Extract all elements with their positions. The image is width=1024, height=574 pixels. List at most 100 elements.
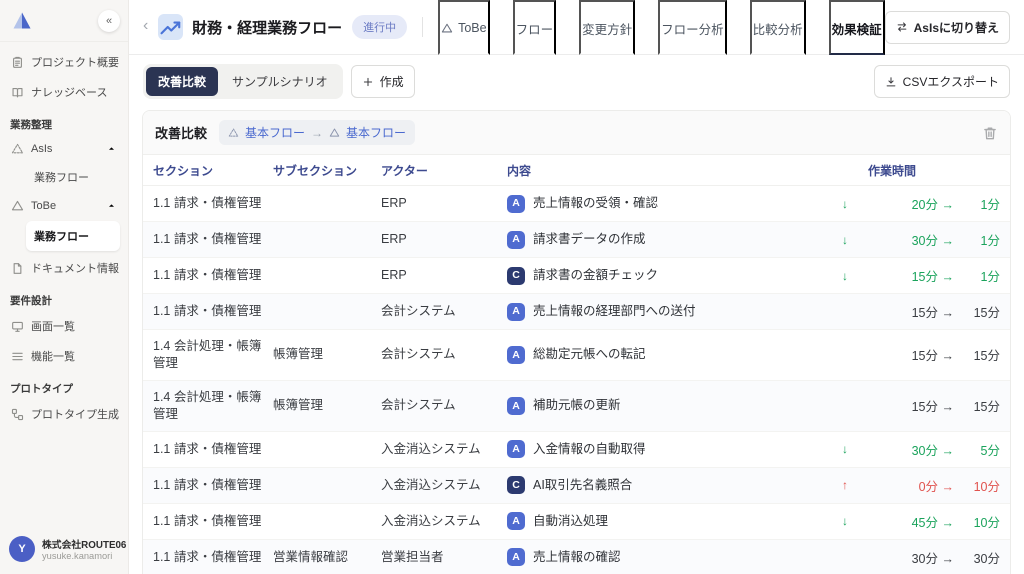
sidebar: « プロジェクト概要 ナレッジベース 業務整理 AsIs 業務フロー ToBe 業務フロード… bbox=[0, 0, 129, 574]
sidebar-item-function-list[interactable]: 機能一覧 bbox=[0, 341, 128, 371]
comparison-card-title: 改善比較 bbox=[155, 126, 208, 141]
actor-type-badge: A bbox=[507, 302, 525, 321]
table-row[interactable]: 1.1 請求・債権管理 入金消込システム C AI取引先名義照合 ↑ 0分 → 10分 bbox=[143, 467, 1010, 504]
tab-label: フロー bbox=[515, 22, 554, 37]
cell-section: 1.1 請求・債権管理 bbox=[153, 304, 262, 319]
trend-down-icon: ↓ bbox=[842, 268, 848, 283]
cell-section: 1.4 会計処理・帳簿管理 bbox=[153, 339, 262, 370]
user-info: 株式会社ROUTE06 yusuke.kanamori bbox=[42, 537, 126, 561]
table-row[interactable]: 1.4 会計処理・帳簿管理 帳簿管理 会計システム A 補助元帳の更新 15分 → 15分 bbox=[143, 380, 1010, 432]
content-text: 自動消込処理 bbox=[533, 513, 609, 528]
column-header-work-time: 作業時間 bbox=[868, 163, 917, 178]
sidebar-item-label: プロジェクト概要 bbox=[31, 57, 119, 69]
flow-chip-from: 基本フロー bbox=[245, 126, 306, 140]
user-profile[interactable]: Y 株式会社ROUTE06 yusuke.kanamori bbox=[0, 524, 128, 574]
toolbar: 改善比較 サンプルシナリオ 作成 CSVエクスポート bbox=[129, 55, 1024, 108]
table-row[interactable]: 1.1 請求・債権管理 営業情報確認 営業担当者 A 売上情報の確認 30分 → 30分 bbox=[143, 539, 1010, 574]
cell-work-time: ↓ 15分 → 1分 bbox=[842, 266, 1000, 285]
sidebar-item-project-overview[interactable]: プロジェクト概要 bbox=[0, 47, 128, 77]
switch-to-asis-button[interactable]: AsIsに切り替え bbox=[884, 10, 1010, 44]
cell-work-time: ↓ 45分 → 10分 bbox=[842, 512, 1000, 531]
time-after: 1分 bbox=[980, 234, 1000, 248]
time-before: 15分 → bbox=[911, 270, 954, 284]
time-after: 15分 bbox=[973, 306, 1000, 320]
content-text: 請求書の金額チェック bbox=[533, 268, 659, 283]
cell-section: 1.4 会計処理・帳簿管理 bbox=[153, 389, 262, 421]
sidebar-item-asis-business-flow[interactable]: 業務フロー bbox=[0, 162, 128, 192]
tab-comparison-analysis[interactable]: 比較分析 bbox=[749, 0, 806, 55]
tab-tobe[interactable]: ToBe bbox=[438, 0, 490, 55]
cell-content: C 請求書の金額チェック bbox=[507, 266, 834, 285]
content-text: 補助元帳の更新 bbox=[533, 398, 621, 413]
content-text: AI取引先名義照合 bbox=[533, 477, 633, 492]
time-after: 15分 bbox=[973, 400, 1000, 415]
sidebar-group-label: AsIs bbox=[31, 142, 53, 155]
time-before: 15分 → bbox=[911, 349, 954, 364]
sidebar-group-asis[interactable]: AsIs bbox=[0, 135, 128, 162]
tab-label: 比較分析 bbox=[752, 22, 803, 37]
sidebar-item-document-info[interactable]: ドキュメント情報 bbox=[0, 253, 128, 283]
table-row[interactable]: 1.1 請求・債権管理 ERP A 売上情報の受領・確認 ↓ 20分 → 1分 bbox=[143, 186, 1010, 222]
download-icon bbox=[885, 76, 897, 88]
sidebar-collapse-button[interactable]: « bbox=[98, 10, 120, 32]
sidebar-item-knowledge-base[interactable]: ナレッジベース bbox=[0, 77, 128, 107]
app-logo-icon bbox=[10, 9, 34, 33]
page-title: 財務・経理業務フロー bbox=[192, 19, 343, 37]
cell-section: 1.1 請求・債権管理 bbox=[153, 549, 262, 564]
cell-section: 1.1 請求・債権管理 bbox=[153, 232, 262, 247]
tab-effect-verification[interactable]: 効果検証 bbox=[828, 0, 885, 55]
actor-type-badge: A bbox=[507, 194, 525, 213]
header-tabs: ToBe フロー 変更方針 フロー分析 比較分析 効果検証 bbox=[438, 0, 885, 55]
plus-icon bbox=[362, 76, 374, 88]
time-before: 15分 → bbox=[911, 400, 954, 415]
sidebar-item-screen-list[interactable]: 画面一覧 bbox=[0, 311, 128, 341]
cell-work-time: ↓ 20分 → 1分 bbox=[842, 194, 1000, 213]
csv-export-button[interactable]: CSVエクスポート bbox=[873, 65, 1010, 98]
segment-improvement-comparison[interactable]: 改善比較 bbox=[146, 67, 219, 96]
table-row[interactable]: 1.1 請求・債権管理 ERP A 請求書データの作成 ↓ 30分 → 1分 bbox=[143, 222, 1010, 258]
time-before: 30分 → bbox=[911, 234, 954, 248]
actor-type-badge: A bbox=[507, 548, 525, 566]
table-row[interactable]: 1.4 会計処理・帳簿管理 帳簿管理 会計システム A 総勘定元帳への転記 15分 → 15… bbox=[143, 330, 1010, 381]
actor-type-badge: C bbox=[507, 266, 525, 285]
tab-flow-analysis[interactable]: フロー分析 bbox=[658, 0, 727, 55]
time-before: 30分 → bbox=[911, 443, 954, 458]
flow-chart-icon bbox=[158, 14, 184, 40]
content-text: 総勘定元帳への転記 bbox=[533, 347, 646, 362]
trend-down-icon: ↓ bbox=[842, 232, 848, 247]
actor-type-badge: A bbox=[507, 440, 525, 458]
cell-work-time: ↓ 30分 → 1分 bbox=[842, 230, 1000, 249]
delete-comparison-icon[interactable] bbox=[982, 125, 998, 141]
table-row[interactable]: 1.1 請求・債権管理 ERP C 請求書の金額チェック ↓ 15分 → 1分 bbox=[143, 258, 1010, 294]
sidebar-item-prototype-generate[interactable]: プロトタイプ生成 bbox=[0, 399, 128, 429]
cell-content: A 総勘定元帳への転記 bbox=[507, 345, 834, 364]
time-after: 10分 bbox=[973, 515, 1000, 530]
create-button[interactable]: 作成 bbox=[350, 65, 415, 98]
cell-content: A 売上情報の経理部門への送付 bbox=[507, 302, 834, 321]
column-header-content: 内容 bbox=[507, 163, 532, 178]
sidebar-item-tobe-business-flow[interactable]: 業務フロー bbox=[26, 221, 120, 251]
cell-actor: 入金消込システム bbox=[381, 513, 481, 528]
flow-comparison-chip[interactable]: 基本フロー → 基本フロー bbox=[219, 120, 416, 145]
table-row[interactable]: 1.1 請求・債権管理 会計システム A 売上情報の経理部門への送付 15分 → 15分 bbox=[143, 294, 1010, 330]
project-overview-icon bbox=[11, 56, 24, 69]
sidebar-item-label: ナレッジベース bbox=[31, 87, 108, 99]
avatar: Y bbox=[9, 536, 35, 562]
actor-type-badge: A bbox=[507, 230, 525, 249]
segment-sample-scenario[interactable]: サンプルシナリオ bbox=[220, 67, 340, 96]
cell-subsection: 営業情報確認 bbox=[273, 549, 349, 564]
sidebar-item-label: プロトタイプ生成 bbox=[31, 409, 119, 421]
table-row[interactable]: 1.1 請求・債権管理 入金消込システム A 入金情報の自動取得 ↓ 30分 → 5分 bbox=[143, 432, 1010, 468]
time-after: 1分 bbox=[980, 198, 1000, 212]
cell-content: A 自動消込処理 bbox=[507, 512, 834, 530]
cell-content: A 補助元帳の更新 bbox=[507, 396, 834, 415]
tab-change-policy[interactable]: 変更方針 bbox=[579, 0, 636, 55]
table-row[interactable]: 1.1 請求・債権管理 入金消込システム A 自動消込処理 ↓ 45分 → 10分 bbox=[143, 504, 1010, 540]
sidebar-group-tobe[interactable]: ToBe bbox=[0, 192, 128, 219]
cell-actor: ERP bbox=[381, 196, 407, 211]
user-email: yusuke.kanamori bbox=[42, 551, 113, 561]
tab-flow[interactable]: フロー bbox=[512, 0, 557, 55]
comparison-card: 改善比較 基本フロー → 基本フロー セクション サブセクション アクター 内容 作業時 bbox=[142, 110, 1011, 574]
back-button[interactable]: ‹ bbox=[143, 18, 152, 36]
time-before: 15分 → bbox=[911, 306, 954, 320]
